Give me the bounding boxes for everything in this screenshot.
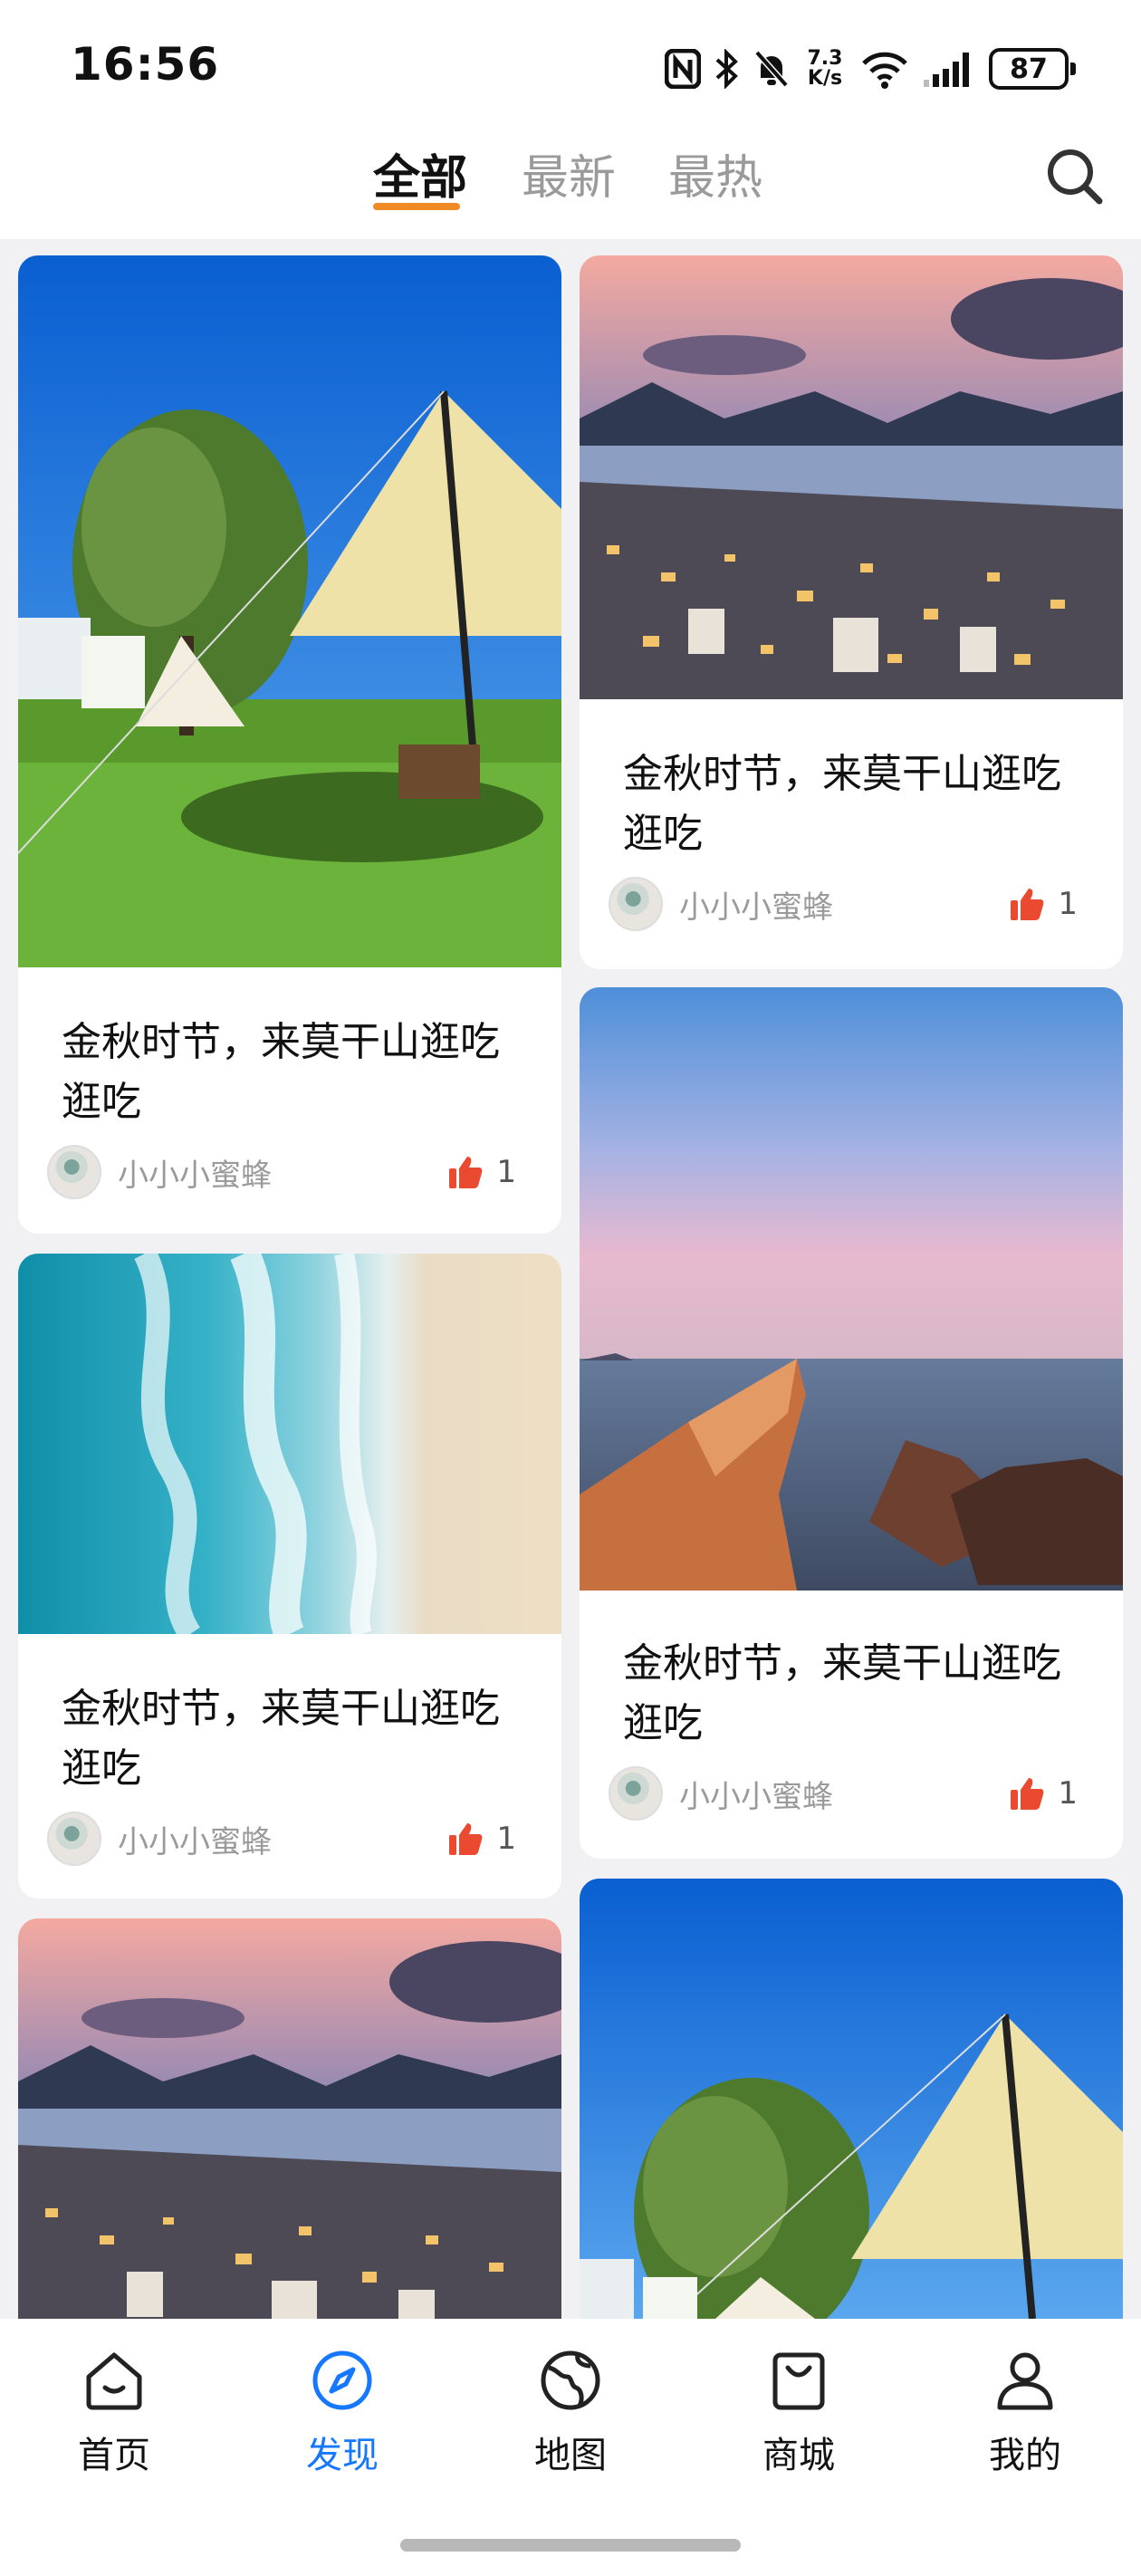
status-bar: 16:56 7.3 K/s 87 <box>0 0 1141 127</box>
post-image-harbor-city <box>580 255 1123 699</box>
like-count: 1 <box>1058 1775 1078 1812</box>
post-image-campsite <box>18 255 561 967</box>
nav-mall-label: 商城 <box>762 2435 835 2476</box>
shopping-bag-icon <box>772 2352 825 2410</box>
bluetooth-icon <box>714 46 741 91</box>
post-image-sea-rocks <box>580 987 1123 1591</box>
avatar <box>47 1145 101 1199</box>
author-name: 小小小蜜蜂 <box>118 1157 272 1194</box>
avatar <box>609 877 663 931</box>
author-name: 小小小蜜蜂 <box>679 889 833 926</box>
thumbs-up-icon[interactable] <box>447 1821 484 1857</box>
post-meta: 小小小蜜蜂 1 <box>609 1766 1078 1821</box>
compass-icon <box>312 2350 372 2410</box>
post-card[interactable]: 金秋时节，来莫干山逛吃逛吃 小小小蜜蜂 1 <box>18 1254 561 1898</box>
status-icons: 7.3 K/s 87 <box>665 42 1076 96</box>
post-title: 金秋时节，来莫干山逛吃逛吃 <box>623 751 1061 857</box>
home-icon <box>86 2352 142 2410</box>
search-icon <box>1048 149 1103 205</box>
tab-hottest[interactable]: 最热 <box>668 139 762 207</box>
post-image-harbor-city <box>18 1918 561 2319</box>
thumbs-up-icon[interactable] <box>1009 886 1045 922</box>
nav-discover-label: 发现 <box>306 2435 379 2476</box>
tab-all[interactable]: 全部 <box>373 139 467 207</box>
post-card[interactable] <box>580 1879 1123 2319</box>
nav-map[interactable]: 地图 <box>498 2346 643 2478</box>
nav-home-label: 首页 <box>78 2435 150 2476</box>
wifi-icon <box>860 46 909 91</box>
post-title: 金秋时节，来莫干山逛吃逛吃 <box>62 1019 500 1125</box>
post-title: 金秋时节，来莫干山逛吃逛吃 <box>62 1686 500 1792</box>
nav-map-label: 地图 <box>534 2435 607 2476</box>
post-title: 金秋时节，来莫干山逛吃逛吃 <box>623 1640 1061 1746</box>
nav-profile-label: 我的 <box>989 2435 1061 2476</box>
post-card[interactable]: 金秋时节，来莫干山逛吃逛吃 小小小蜜蜂 1 <box>18 255 561 1234</box>
mute-bell-icon <box>753 46 790 91</box>
signal-icon <box>922 46 976 91</box>
author-name: 小小小蜜蜂 <box>679 1778 833 1815</box>
avatar <box>47 1812 101 1866</box>
globe-icon <box>541 2350 600 2410</box>
top-tabs: 全部 最新 最热 <box>0 127 1141 239</box>
nav-home[interactable]: 首页 <box>42 2346 187 2478</box>
like-count: 1 <box>496 1821 516 1857</box>
post-image-aerial-beach <box>18 1254 561 1634</box>
home-indicator[interactable] <box>400 2539 741 2552</box>
post-card[interactable]: 金秋时节，来莫干山逛吃逛吃 小小小蜜蜂 1 <box>580 987 1123 1859</box>
like-count: 1 <box>496 1154 516 1190</box>
nav-profile[interactable]: 我的 <box>953 2346 1098 2478</box>
status-time: 16:56 <box>71 38 220 91</box>
like-count: 1 <box>1058 886 1078 922</box>
tab-newest[interactable]: 最新 <box>522 139 616 207</box>
post-meta: 小小小蜜蜂 1 <box>609 877 1078 931</box>
thumbs-up-icon[interactable] <box>1009 1775 1045 1812</box>
post-card[interactable] <box>18 1918 561 2319</box>
post-meta: 小小小蜜蜂 1 <box>47 1145 516 1199</box>
net-speed: 7.3 K/s <box>807 47 843 90</box>
active-tab-indicator <box>373 203 460 210</box>
post-meta: 小小小蜜蜂 1 <box>47 1812 516 1866</box>
nav-discover[interactable]: 发现 <box>270 2346 415 2478</box>
search-button[interactable] <box>1043 145 1107 208</box>
nfc-icon <box>665 46 701 91</box>
author-name: 小小小蜜蜂 <box>118 1823 272 1860</box>
avatar <box>609 1766 663 1821</box>
bottom-navigation: 首页 发现 地图 商城 我的 <box>0 2319 1141 2576</box>
thumbs-up-icon[interactable] <box>447 1154 484 1190</box>
nav-mall[interactable]: 商城 <box>726 2346 871 2478</box>
post-card[interactable]: 金秋时节，来莫干山逛吃逛吃 小小小蜜蜂 1 <box>580 255 1123 969</box>
post-image-campsite <box>580 1879 1123 2319</box>
user-icon <box>997 2352 1053 2410</box>
battery-icon: 87 <box>989 46 1076 91</box>
